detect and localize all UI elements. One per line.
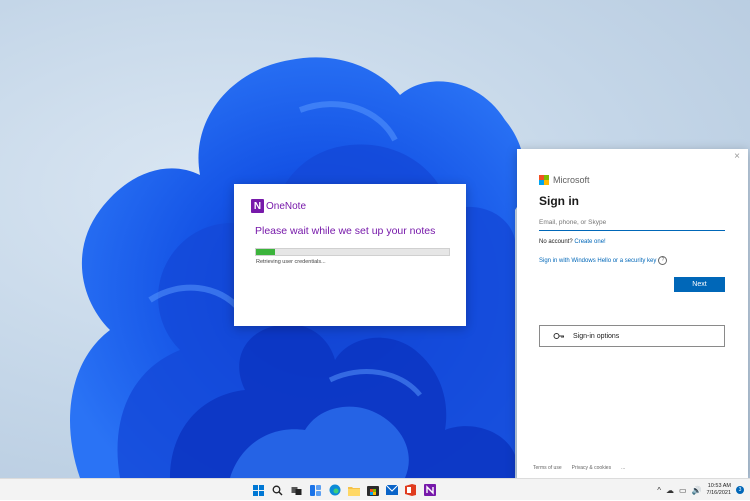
network-icon[interactable]: ▭ (679, 486, 687, 495)
desktop: N OneNote Please wait while we set up yo… (0, 0, 750, 478)
more-options-icon[interactable]: ... (621, 465, 625, 471)
volume-icon[interactable]: 🔊 (692, 486, 702, 495)
help-icon[interactable]: ? (658, 256, 668, 265)
show-hidden-icons-icon[interactable]: ^ (657, 486, 661, 495)
signin-options-button[interactable]: Sign-in options (539, 325, 725, 347)
next-button[interactable]: Next (674, 277, 725, 292)
microsoft-brand: Microsoft (539, 175, 590, 185)
key-icon (553, 333, 564, 339)
setup-message: Please wait while we set up your notes (255, 225, 436, 237)
task-view-icon[interactable] (290, 484, 303, 497)
privacy-link[interactable]: Privacy & cookies (572, 465, 611, 471)
onenote-splash-window: N OneNote Please wait while we set up yo… (234, 184, 466, 326)
windows-hello-link[interactable]: Sign in with Windows Hello or a security… (539, 256, 668, 265)
onenote-app-name: OneNote (266, 200, 307, 212)
windows-hello-link-text[interactable]: Sign in with Windows Hello or a security… (539, 258, 656, 264)
clock-date: 7/16/2021 (706, 490, 731, 496)
create-account-link[interactable]: Create one! (574, 239, 605, 245)
onenote-icon[interactable] (423, 484, 436, 497)
signin-footer: Terms of use Privacy & cookies ... (533, 465, 625, 471)
setup-status-text: Retrieving user credentials... (256, 259, 326, 265)
taskbar: ^ ☁ ▭ 🔊 10:53 AM 7/16/2021 3 (0, 478, 750, 500)
notification-badge[interactable]: 3 (736, 486, 744, 494)
microsoft-logo-icon (539, 175, 549, 185)
onedrive-icon[interactable]: ☁ (666, 486, 674, 495)
edge-icon[interactable] (328, 484, 341, 497)
no-account-text: No account? (539, 239, 573, 245)
clock-time: 10:53 AM (707, 483, 731, 489)
office-icon[interactable] (404, 484, 417, 497)
onenote-brand: N OneNote (251, 199, 306, 213)
microsoft-brand-name: Microsoft (553, 175, 590, 185)
no-account-line: No account? Create one! (539, 239, 606, 245)
setup-progress-bar (255, 248, 450, 256)
clock[interactable]: 10:53 AM 7/16/2021 (707, 483, 731, 497)
signin-title: Sign in (539, 194, 579, 208)
system-tray: ^ ☁ ▭ 🔊 10:53 AM 7/16/2021 3 (657, 479, 744, 501)
close-icon[interactable]: × (734, 151, 740, 162)
terms-link[interactable]: Terms of use (533, 465, 562, 471)
windows-start-icon[interactable] (252, 484, 265, 497)
email-field[interactable] (539, 215, 725, 231)
taskbar-apps (252, 479, 436, 501)
file-explorer-icon[interactable] (347, 484, 360, 497)
setup-progress-fill (256, 249, 276, 255)
widgets-icon[interactable] (309, 484, 322, 497)
store-icon[interactable] (366, 484, 379, 497)
microsoft-signin-window: × Microsoft Sign in No account? Create o… (517, 149, 748, 478)
signin-options-label: Sign-in options (573, 332, 620, 340)
mail-icon[interactable] (385, 484, 398, 497)
onenote-logo-icon: N (251, 199, 264, 213)
search-icon[interactable] (271, 484, 284, 497)
